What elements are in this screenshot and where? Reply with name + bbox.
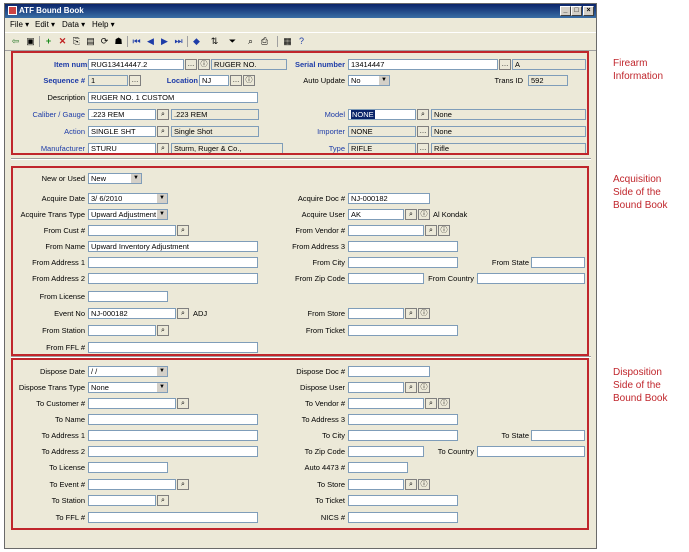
app-icon [8,6,17,15]
acquisition-annotation-box [11,166,589,356]
filter-icon[interactable]: ◆ [191,36,202,47]
find-icon[interactable]: ⌕ [245,36,256,47]
help-icon[interactable]: ? [296,36,307,47]
funnel-icon[interactable]: ⏷ [227,36,238,47]
add-icon[interactable]: + [43,36,54,47]
lock-icon[interactable]: ☗ [113,36,124,47]
sort-icon[interactable]: ⇅ [209,36,220,47]
menu-bar: File ▾ Edit ▾ Data ▾ Help ▾ [5,19,596,31]
menu-file[interactable]: File ▾ [10,20,29,29]
section-divider [11,158,591,160]
paste-icon[interactable]: ▤ [85,36,96,47]
close-button[interactable]: × [583,6,594,16]
print-icon[interactable]: ⎙ [259,36,270,47]
acquisition-note: Acquisition Side of the Bound Book [613,174,668,211]
refresh-icon[interactable]: ⟳ [99,36,110,47]
save-icon[interactable]: ▣ [25,36,36,47]
window-title: ATF Bound Book [19,6,84,15]
copy-icon[interactable]: ⎘ [71,36,82,47]
toolbar: ⇦ ▣ + ✕ ⎘ ▤ ⟳ ☗ ⏮ ◀ ▶ ⏭ ◆ ⇅ ⏷ ⌕ ⎙ ▦ ? [5,32,596,51]
menu-data[interactable]: Data ▾ [62,20,85,29]
title-bar: ATF Bound Book _ □ × [5,4,596,18]
disposition-annotation-box [11,358,589,530]
last-record-icon[interactable]: ⏭ [173,36,184,47]
report-icon[interactable]: ▦ [282,36,293,47]
minimize-button[interactable]: _ [560,6,571,16]
maximize-button[interactable]: □ [571,6,582,16]
firearm-annotation-box [11,51,589,155]
delete-icon[interactable]: ✕ [57,36,68,47]
disposition-note: Disposition Side of the Bound Book [613,367,668,404]
firearm-note: Firearm Information [613,58,664,82]
exit-icon[interactable]: ⇦ [10,36,21,47]
first-record-icon[interactable]: ⏮ [131,36,142,47]
menu-help[interactable]: Help ▾ [92,20,115,29]
previous-record-icon[interactable]: ◀ [145,36,156,47]
menu-edit[interactable]: Edit ▾ [35,20,55,29]
next-record-icon[interactable]: ▶ [159,36,170,47]
